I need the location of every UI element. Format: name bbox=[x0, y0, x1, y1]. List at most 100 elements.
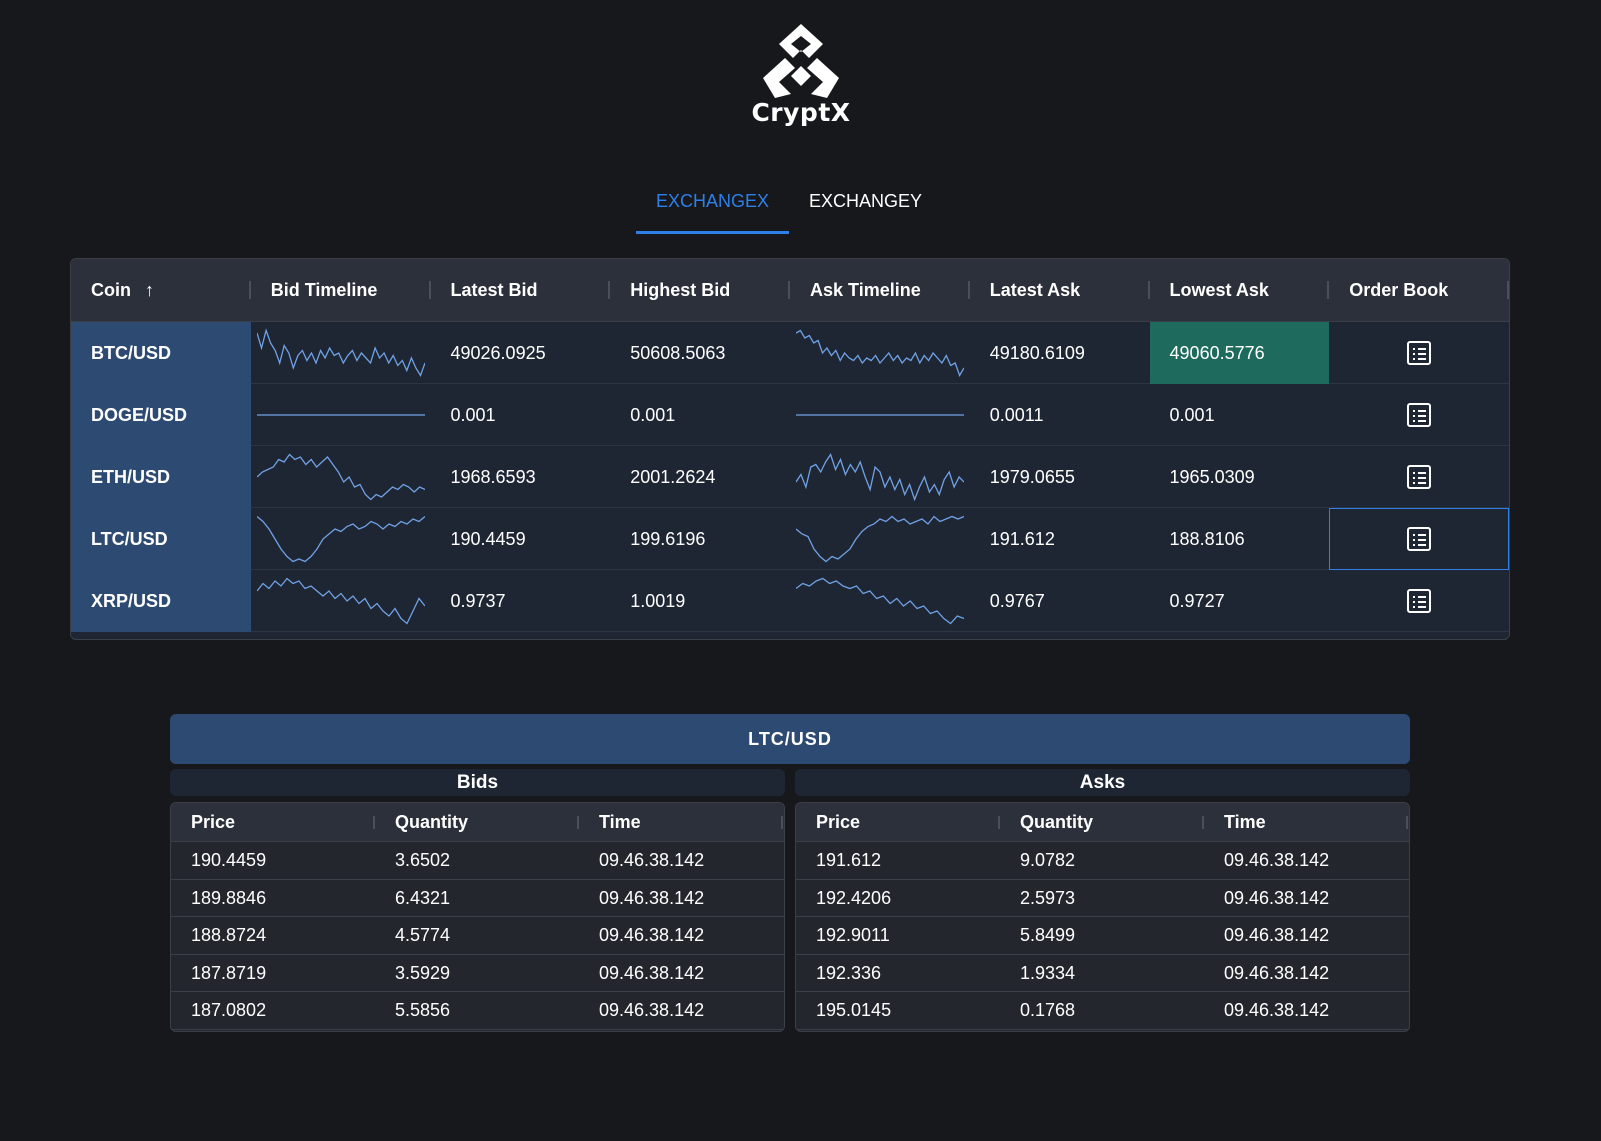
coin-cell: ETH/USD bbox=[71, 446, 251, 508]
table-row[interactable]: XRP/USD 0.9737 1.0019 0.9767 0.9727 bbox=[71, 570, 1509, 632]
column-header-quantity[interactable]: Quantity bbox=[1000, 803, 1204, 842]
column-header-latest-ask[interactable]: Latest Ask bbox=[970, 259, 1150, 322]
quantity-cell: 3.6502 bbox=[395, 850, 451, 870]
latest-bid-cell: 49026.0925 bbox=[450, 342, 546, 363]
table-row[interactable]: 187.0802 5.5856 09.46.38.142 bbox=[171, 992, 784, 1030]
list-icon[interactable] bbox=[1407, 527, 1432, 551]
latest-bid-cell: 0.9737 bbox=[450, 590, 506, 611]
lowest-ask-cell: 49060.5776 bbox=[1149, 322, 1330, 384]
price-cell: 187.8719 bbox=[191, 962, 267, 983]
order-book-cell[interactable] bbox=[1329, 508, 1509, 570]
time-cell: 09.46.38.142 bbox=[1224, 1000, 1330, 1020]
price-cell: 195.0145 bbox=[816, 1000, 892, 1020]
market-grid: Coin ↑ Bid Timeline Latest Bid Highest B… bbox=[70, 258, 1510, 640]
quantity-cell: 0.1768 bbox=[1020, 1000, 1076, 1020]
list-icon[interactable] bbox=[1407, 465, 1432, 489]
arrow-up-icon: ↑ bbox=[145, 280, 154, 300]
column-header-latest-bid[interactable]: Latest Bid bbox=[431, 259, 611, 322]
quantity-cell: 2.5973 bbox=[1020, 887, 1076, 908]
bid-timeline-cell bbox=[251, 508, 431, 570]
order-book-cell[interactable] bbox=[1329, 322, 1509, 384]
order-book-cell[interactable] bbox=[1329, 570, 1509, 632]
price-cell: 190.4459 bbox=[191, 850, 267, 870]
table-row[interactable]: 192.336 1.9334 09.46.38.142 bbox=[796, 955, 1409, 992]
column-header-quantity[interactable]: Quantity bbox=[375, 803, 579, 842]
tab-exchangex[interactable]: EXCHANGEX bbox=[636, 178, 790, 234]
table-row[interactable]: 188.8724 4.5774 09.46.38.142 bbox=[171, 917, 784, 955]
highest-bid-cell: 1.0019 bbox=[630, 590, 686, 611]
table-row[interactable]: 191.612 9.0782 09.46.38.142 bbox=[796, 842, 1409, 880]
ask-timeline-cell bbox=[790, 508, 970, 570]
latest-ask-cell: 191.612 bbox=[989, 528, 1055, 549]
price-cell: 189.8846 bbox=[191, 887, 267, 908]
column-header-time[interactable]: Time bbox=[1204, 803, 1408, 842]
list-icon[interactable] bbox=[1407, 403, 1432, 427]
ask-timeline-line bbox=[796, 329, 965, 378]
lowest-ask-cell: 1965.0309 bbox=[1169, 466, 1255, 487]
column-header-bid-timeline[interactable]: Bid Timeline bbox=[251, 259, 431, 322]
tab-exchangey[interactable]: EXCHANGEY bbox=[789, 178, 942, 234]
bids-table: Price Quantity Time 190.4459 3.6502 09.46.… bbox=[170, 802, 785, 1032]
grid-header: Coin ↑ Bid Timeline Latest Bid Highest B… bbox=[71, 259, 1509, 322]
table-row[interactable]: 189.8846 6.4321 09.46.38.142 bbox=[171, 880, 784, 917]
column-header-order-book[interactable]: Order Book bbox=[1329, 259, 1509, 322]
time-cell: 09.46.38.142 bbox=[1224, 925, 1330, 945]
column-header-coin[interactable]: Coin ↑ bbox=[71, 259, 251, 322]
brand-logo: CryptX bbox=[736, 22, 866, 142]
time-cell: 09.46.38.142 bbox=[599, 925, 705, 945]
bids-body: 190.4459 3.6502 09.46.38.142 189.8846 6.4321… bbox=[171, 842, 784, 1030]
list-icon[interactable] bbox=[1407, 589, 1432, 613]
ask-timeline-cell bbox=[790, 446, 970, 508]
table-row[interactable]: 192.4206 2.5973 09.46.38.142 bbox=[796, 880, 1409, 917]
table-row[interactable]: DOGE/USD 0.001 0.001 0.0011 0.001 bbox=[71, 384, 1509, 446]
order-book-cell[interactable] bbox=[1329, 446, 1509, 508]
latest-ask-cell: 49180.6109 bbox=[989, 342, 1085, 363]
table-row[interactable]: 190.4459 3.6502 09.46.38.142 bbox=[171, 842, 784, 880]
latest-bid-cell: 190.4459 bbox=[450, 528, 526, 549]
table-row[interactable]: 187.8719 3.5929 09.46.38.142 bbox=[171, 955, 784, 992]
lowest-ask-cell: 188.8106 bbox=[1169, 528, 1245, 549]
quantity-cell: 9.0782 bbox=[1020, 850, 1076, 870]
column-header-price[interactable]: Price bbox=[171, 803, 375, 842]
ask-timeline-sparkline bbox=[796, 329, 965, 378]
bid-timeline-sparkline bbox=[256, 328, 425, 377]
price-cell: 188.8724 bbox=[191, 925, 267, 945]
list-icon[interactable] bbox=[1407, 341, 1432, 365]
bid-timeline-cell bbox=[251, 384, 431, 446]
exchange-tabs: EXCHANGEX EXCHANGEY bbox=[636, 178, 942, 234]
quantity-cell: 6.4321 bbox=[395, 887, 451, 908]
bid-timeline-sparkline bbox=[256, 577, 425, 625]
coin-cell: BTC/USD bbox=[71, 322, 251, 384]
time-cell: 09.46.38.142 bbox=[1224, 962, 1330, 983]
column-header-lowest-ask[interactable]: Lowest Ask bbox=[1150, 259, 1330, 322]
time-cell: 09.46.38.142 bbox=[599, 850, 705, 870]
column-header-time[interactable]: Time bbox=[579, 803, 783, 842]
bid-timeline-line bbox=[256, 328, 425, 377]
bid-timeline-line bbox=[256, 577, 425, 625]
ask-timeline-line bbox=[796, 577, 965, 625]
column-header-price[interactable]: Price bbox=[796, 803, 1000, 842]
cryptx-logo-icon bbox=[763, 24, 839, 98]
highest-bid-cell: 2001.2624 bbox=[630, 466, 716, 487]
bids-table-header: Price Quantity Time bbox=[171, 803, 784, 842]
brand-name: CryptX bbox=[751, 98, 851, 127]
column-header-ask-timeline[interactable]: Ask Timeline bbox=[790, 259, 970, 322]
ask-timeline-sparkline bbox=[796, 453, 965, 502]
order-book-cell[interactable] bbox=[1329, 384, 1509, 446]
grid-body: BTC/USD 49026.0925 50608.5063 49180.6109 490… bbox=[71, 322, 1509, 632]
table-row[interactable]: LTC/USD 190.4459 199.6196 191.612 188.8106 bbox=[71, 508, 1509, 570]
asks-title: Asks bbox=[795, 769, 1410, 796]
column-header-highest-bid[interactable]: Highest Bid bbox=[610, 259, 790, 322]
asks-body: 191.612 9.0782 09.46.38.142 192.4206 2.5973 0… bbox=[796, 842, 1409, 1030]
bid-timeline-line bbox=[256, 516, 425, 563]
bid-timeline-sparkline bbox=[256, 453, 425, 501]
price-cell: 192.4206 bbox=[816, 887, 892, 908]
table-row[interactable]: ETH/USD 1968.6593 2001.2624 1979.0655 1965.0… bbox=[71, 446, 1509, 508]
latest-bid-cell: 1968.6593 bbox=[450, 466, 536, 487]
column-header-label: Coin bbox=[91, 280, 131, 300]
lowest-ask-cell: 0.9727 bbox=[1169, 590, 1225, 611]
table-row[interactable]: 192.9011 5.8499 09.46.38.142 bbox=[796, 917, 1409, 955]
table-row[interactable]: BTC/USD 49026.0925 50608.5063 49180.6109 490… bbox=[71, 322, 1509, 384]
ask-timeline-cell bbox=[790, 384, 970, 446]
table-row[interactable]: 195.0145 0.1768 09.46.38.142 bbox=[796, 992, 1409, 1030]
